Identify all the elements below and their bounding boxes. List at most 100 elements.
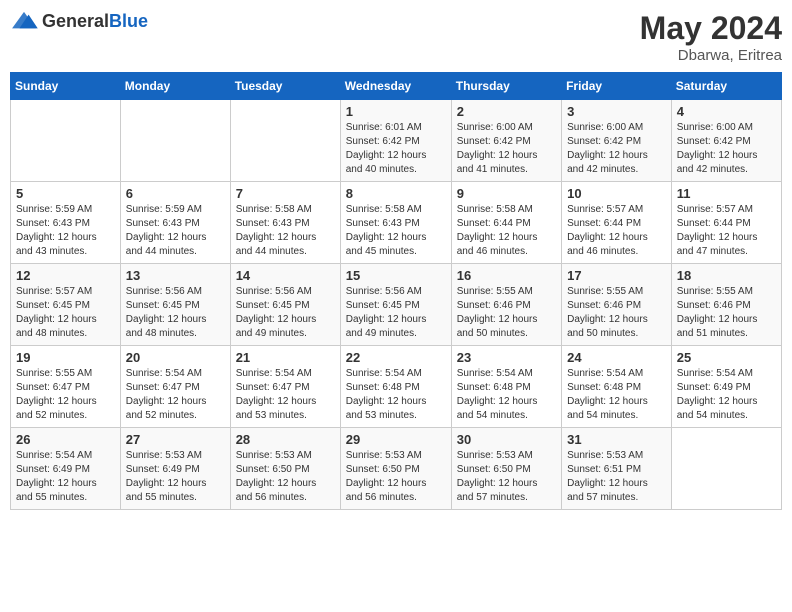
page-header: GeneralBlue May 2024 Dbarwa, Eritrea — [10, 10, 782, 64]
day-number-1: 1 — [346, 104, 446, 119]
header-row: Sunday Monday Tuesday Wednesday Thursday… — [11, 73, 782, 100]
day-info-8: Sunrise: 5:58 AM Sunset: 6:43 PM Dayligh… — [346, 203, 446, 259]
day-number-29: 29 — [346, 432, 446, 447]
day-info-4: Sunrise: 6:00 AM Sunset: 6:42 PM Dayligh… — [677, 121, 776, 177]
title-block: May 2024 Dbarwa, Eritrea — [640, 10, 782, 64]
day-number-31: 31 — [567, 432, 666, 447]
week-row-5: 26 Sunrise: 5:54 AM Sunset: 6:49 PM Dayli… — [11, 428, 782, 510]
col-saturday: Saturday — [671, 73, 781, 100]
day-info-24: Sunrise: 5:54 AM Sunset: 6:48 PM Dayligh… — [567, 367, 666, 423]
calendar-title: May 2024 — [640, 10, 782, 47]
day-number-2: 2 — [457, 104, 556, 119]
col-friday: Friday — [562, 73, 672, 100]
day-cell-1-5: 10 Sunrise: 5:57 AM Sunset: 6:44 PM Dayli… — [562, 182, 672, 264]
logo-blue: Blue — [109, 11, 148, 31]
day-number-23: 23 — [457, 350, 556, 365]
col-tuesday: Tuesday — [230, 73, 340, 100]
day-cell-2-6: 18Sunrise: 5:55 AM Sunset: 6:46 PM Dayli… — [671, 264, 781, 346]
day-cell-4-4: 30Sunrise: 5:53 AM Sunset: 6:50 PM Dayli… — [451, 428, 561, 510]
calendar-body: 1Sunrise: 6:01 AM Sunset: 6:42 PM Daylig… — [11, 100, 782, 510]
day-info-2: Sunrise: 6:00 AM Sunset: 6:42 PM Dayligh… — [457, 121, 556, 177]
calendar-header: Sunday Monday Tuesday Wednesday Thursday… — [11, 73, 782, 100]
day-number-8: 8 — [346, 186, 446, 201]
day-cell-2-5: 17Sunrise: 5:55 AM Sunset: 6:46 PM Dayli… — [562, 264, 672, 346]
day-info-29: Sunrise: 5:53 AM Sunset: 6:50 PM Dayligh… — [346, 449, 446, 505]
col-monday: Monday — [120, 73, 230, 100]
day-info-26: Sunrise: 5:54 AM Sunset: 6:49 PM Dayligh… — [16, 449, 115, 505]
day-number-4: 4 — [677, 104, 776, 119]
day-number-15: 15 — [346, 268, 446, 283]
day-cell-4-6 — [671, 428, 781, 510]
day-info-28: Sunrise: 5:53 AM Sunset: 6:50 PM Dayligh… — [236, 449, 335, 505]
day-info-20: Sunrise: 5:54 AM Sunset: 6:47 PM Dayligh… — [126, 367, 225, 423]
day-number-10: 10 — [567, 186, 666, 201]
day-info-15: Sunrise: 5:56 AM Sunset: 6:45 PM Dayligh… — [346, 285, 446, 341]
day-cell-1-1: 6 Sunrise: 5:59 AM Sunset: 6:43 PM Daylig… — [120, 182, 230, 264]
day-number-30: 30 — [457, 432, 556, 447]
day-info-14: Sunrise: 5:56 AM Sunset: 6:45 PM Dayligh… — [236, 285, 335, 341]
day-cell-0-5: 3 Sunrise: 6:00 AM Sunset: 6:42 PM Daylig… — [562, 100, 672, 182]
day-cell-1-0: 5Sunrise: 5:59 AM Sunset: 6:43 PM Daylig… — [11, 182, 121, 264]
day-info-17: Sunrise: 5:55 AM Sunset: 6:46 PM Dayligh… — [567, 285, 666, 341]
day-info-21: Sunrise: 5:54 AM Sunset: 6:47 PM Dayligh… — [236, 367, 335, 423]
col-wednesday: Wednesday — [340, 73, 451, 100]
day-info-18: Sunrise: 5:55 AM Sunset: 6:46 PM Dayligh… — [677, 285, 776, 341]
day-cell-3-5: 24Sunrise: 5:54 AM Sunset: 6:48 PM Dayli… — [562, 346, 672, 428]
day-info-6: Sunrise: 5:59 AM Sunset: 6:43 PM Dayligh… — [126, 203, 225, 259]
week-row-4: 19 Sunrise: 5:55 AM Sunset: 6:47 PM Dayli… — [11, 346, 782, 428]
day-number-21: 21 — [236, 350, 335, 365]
day-number-3: 3 — [567, 104, 666, 119]
day-number-13: 13 — [126, 268, 225, 283]
col-sunday: Sunday — [11, 73, 121, 100]
day-cell-3-1: 20 Sunrise: 5:54 AM Sunset: 6:47 PM Dayli… — [120, 346, 230, 428]
day-cell-2-4: 16Sunrise: 5:55 AM Sunset: 6:46 PM Dayli… — [451, 264, 561, 346]
day-cell-2-2: 14 Sunrise: 5:56 AM Sunset: 6:45 PM Dayli… — [230, 264, 340, 346]
day-number-14: 14 — [236, 268, 335, 283]
week-row-2: 5Sunrise: 5:59 AM Sunset: 6:43 PM Daylig… — [11, 182, 782, 264]
day-number-12: 12 — [16, 268, 115, 283]
day-cell-1-6: 11 Sunrise: 5:57 AM Sunset: 6:44 PM Dayli… — [671, 182, 781, 264]
day-info-13: Sunrise: 5:56 AM Sunset: 6:45 PM Dayligh… — [126, 285, 225, 341]
day-info-12: Sunrise: 5:57 AM Sunset: 6:45 PM Dayligh… — [16, 285, 115, 341]
day-cell-3-2: 21 Sunrise: 5:54 AM Sunset: 6:47 PM Dayli… — [230, 346, 340, 428]
day-number-25: 25 — [677, 350, 776, 365]
col-thursday: Thursday — [451, 73, 561, 100]
day-info-19: Sunrise: 5:55 AM Sunset: 6:47 PM Dayligh… — [16, 367, 115, 423]
day-number-27: 27 — [126, 432, 225, 447]
day-number-19: 19 — [16, 350, 115, 365]
day-number-7: 7 — [236, 186, 335, 201]
day-info-22: Sunrise: 5:54 AM Sunset: 6:48 PM Dayligh… — [346, 367, 446, 423]
day-number-28: 28 — [236, 432, 335, 447]
day-info-25: Sunrise: 5:54 AM Sunset: 6:49 PM Dayligh… — [677, 367, 776, 423]
day-number-20: 20 — [126, 350, 225, 365]
day-cell-1-3: 8 Sunrise: 5:58 AM Sunset: 6:43 PM Daylig… — [340, 182, 451, 264]
day-cell-4-5: 31Sunrise: 5:53 AM Sunset: 6:51 PM Dayli… — [562, 428, 672, 510]
logo-text: GeneralBlue — [42, 11, 148, 32]
day-cell-2-1: 13 Sunrise: 5:56 AM Sunset: 6:45 PM Dayli… — [120, 264, 230, 346]
day-info-3: Sunrise: 6:00 AM Sunset: 6:42 PM Dayligh… — [567, 121, 666, 177]
day-number-11: 11 — [677, 186, 776, 201]
calendar-table: Sunday Monday Tuesday Wednesday Thursday… — [10, 72, 782, 510]
day-cell-3-3: 22 Sunrise: 5:54 AM Sunset: 6:48 PM Dayli… — [340, 346, 451, 428]
day-info-23: Sunrise: 5:54 AM Sunset: 6:48 PM Dayligh… — [457, 367, 556, 423]
day-cell-3-6: 25 Sunrise: 5:54 AM Sunset: 6:49 PM Dayli… — [671, 346, 781, 428]
day-cell-1-4: 9Sunrise: 5:58 AM Sunset: 6:44 PM Daylig… — [451, 182, 561, 264]
week-row-1: 1Sunrise: 6:01 AM Sunset: 6:42 PM Daylig… — [11, 100, 782, 182]
day-info-16: Sunrise: 5:55 AM Sunset: 6:46 PM Dayligh… — [457, 285, 556, 341]
day-number-26: 26 — [16, 432, 115, 447]
day-number-22: 22 — [346, 350, 446, 365]
logo: GeneralBlue — [10, 10, 148, 32]
day-info-10: Sunrise: 5:57 AM Sunset: 6:44 PM Dayligh… — [567, 203, 666, 259]
day-cell-3-4: 23 Sunrise: 5:54 AM Sunset: 6:48 PM Dayli… — [451, 346, 561, 428]
day-info-5: Sunrise: 5:59 AM Sunset: 6:43 PM Dayligh… — [16, 203, 115, 259]
day-cell-3-0: 19 Sunrise: 5:55 AM Sunset: 6:47 PM Dayli… — [11, 346, 121, 428]
day-cell-1-2: 7 Sunrise: 5:58 AM Sunset: 6:43 PM Daylig… — [230, 182, 340, 264]
day-cell-0-6: 4 Sunrise: 6:00 AM Sunset: 6:42 PM Daylig… — [671, 100, 781, 182]
day-info-7: Sunrise: 5:58 AM Sunset: 6:43 PM Dayligh… — [236, 203, 335, 259]
day-info-11: Sunrise: 5:57 AM Sunset: 6:44 PM Dayligh… — [677, 203, 776, 259]
day-number-6: 6 — [126, 186, 225, 201]
day-cell-0-2 — [230, 100, 340, 182]
logo-icon — [10, 10, 38, 32]
day-info-27: Sunrise: 5:53 AM Sunset: 6:49 PM Dayligh… — [126, 449, 225, 505]
day-cell-4-3: 29 Sunrise: 5:53 AM Sunset: 6:50 PM Dayli… — [340, 428, 451, 510]
